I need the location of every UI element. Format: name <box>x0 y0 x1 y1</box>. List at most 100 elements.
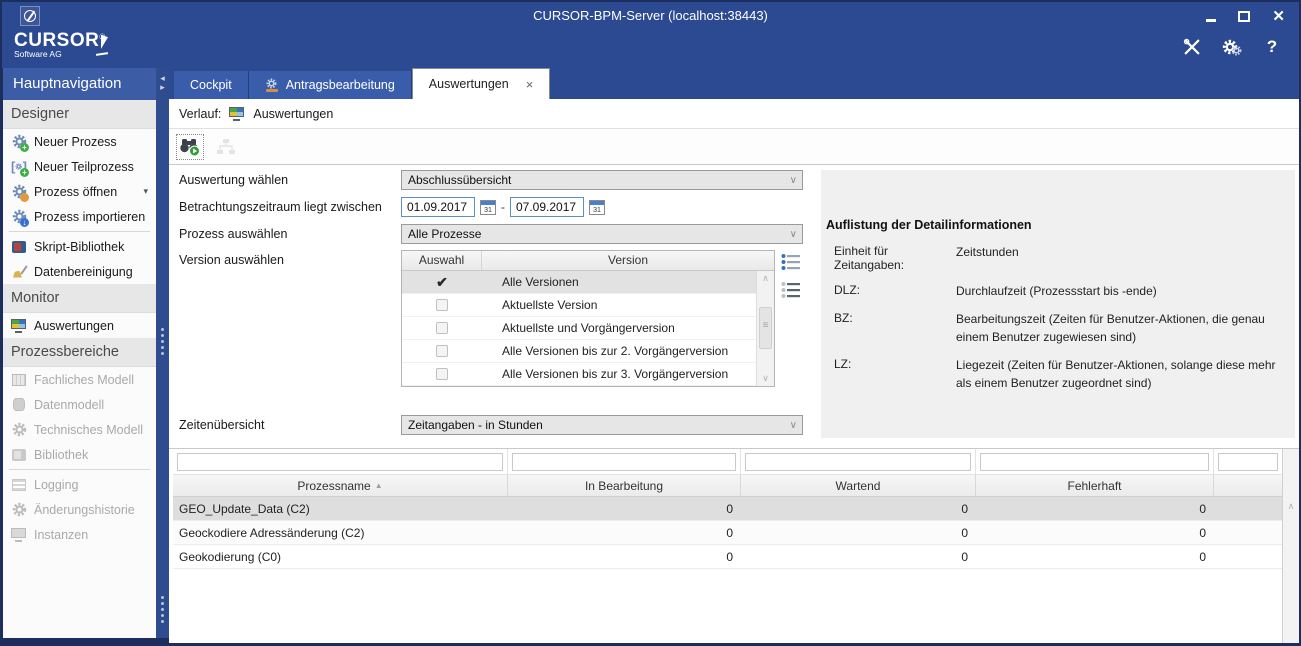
process-stamp-icon <box>265 79 279 92</box>
checkbox-unchecked[interactable] <box>436 299 448 311</box>
prozess-select[interactable]: Alle Prozesse ∨ <box>401 224 803 244</box>
scroll-down-icon[interactable]: ∨ <box>757 373 774 384</box>
titlebar: CURSOR-BPM-Server (localhost:38443) ✕ <box>2 2 1299 30</box>
scroll-up-icon[interactable]: ∧ <box>1283 501 1299 512</box>
cell-in-bearbeitung: 0 <box>508 526 741 540</box>
version-row[interactable]: Alle Versionen bis zur 2. Vorgängerversi… <box>402 340 774 363</box>
sidebar-item-auswertungen[interactable]: Auswertungen <box>3 313 156 338</box>
sidebar-item-prozess-importieren[interactable]: ↓ Prozess importieren <box>3 204 156 229</box>
date-from-input[interactable]: 01.09.2017 <box>401 197 475 217</box>
sidebar-item-neuer-prozess[interactable]: + Neuer Prozess <box>3 129 156 154</box>
filter-input-extra[interactable] <box>1218 453 1278 471</box>
dropdown-caret-icon[interactable]: ▾ <box>143 186 148 197</box>
results-scrollbar[interactable]: ∧ <box>1282 449 1299 643</box>
sidebar-item-skript-bibliothek[interactable]: Skript-Bibliothek <box>3 234 156 259</box>
column-header-prozessname[interactable]: Prozessname ▲ <box>173 475 508 496</box>
auswertung-select[interactable]: Abschlussübersicht ∨ <box>401 170 803 190</box>
sidebar-item-instanzen: Instanzen <box>3 522 156 547</box>
results-header-row: Prozessname ▲ In Bearbeitung Wartend Feh… <box>173 475 1282 497</box>
sidebar-item-logging: Logging <box>3 472 156 497</box>
column-label: Wartend <box>836 479 881 493</box>
scroll-up-icon[interactable]: ∧ <box>757 273 774 284</box>
sidebar-section-prozessbereiche[interactable]: Prozessbereiche <box>3 338 156 367</box>
zeitraum-label: Betrachtungszeitraum liegt zwischen <box>179 200 382 214</box>
detail-entry: BZ: Bearbeitungszeit (Zeiten für Benutze… <box>826 311 1285 346</box>
filter-input-prozessname[interactable] <box>177 453 503 471</box>
column-header-fehlerhaft[interactable]: Fehlerhaft <box>976 475 1214 496</box>
version-row[interactable]: Aktuellste Version <box>402 294 774 317</box>
sidebar-item-fachliches-modell: Fachliches Modell <box>3 367 156 392</box>
checkbox-checked-icon[interactable]: ✔ <box>436 276 448 288</box>
process-hierarchy-button <box>212 134 240 160</box>
filter-input-wartend[interactable] <box>745 453 971 471</box>
header-actions: ? <box>1181 36 1283 58</box>
filter-input-fehlerhaft[interactable] <box>980 453 1209 471</box>
tab-cockpit[interactable]: Cockpit <box>174 71 249 99</box>
sidebar-splitter[interactable]: ◂▸ <box>156 68 169 638</box>
calendar-icon[interactable]: 31 <box>480 200 496 215</box>
evaluation-form: Auswertung wählen Abschlussübersicht ∨ B… <box>169 165 1299 448</box>
checkbox-unchecked[interactable] <box>436 368 448 380</box>
column-header-auswahl[interactable]: Auswahl <box>402 251 482 270</box>
zeiten-select[interactable]: Zeitangaben - in Stunden ∨ <box>401 415 803 435</box>
table-row[interactable]: GEO_Update_Data (C2) 0 0 0 <box>173 497 1282 521</box>
sidebar-item-datenbereinigung[interactable]: Datenbereinigung <box>3 259 156 284</box>
detail-info-panel: Auflistung der Detailinformationen Einhe… <box>821 170 1295 438</box>
sidebar-item-label: Neuer Teilprozess <box>34 160 134 174</box>
brand-logo: CURSOR® Software AG <box>14 30 105 59</box>
column-header-extra[interactable] <box>1214 475 1282 496</box>
instances-monitor-icon <box>11 527 27 543</box>
results-table: Prozessname ▲ In Bearbeitung Wartend Feh… <box>169 448 1299 643</box>
scrollbar-thumb[interactable] <box>759 307 772 349</box>
maximize-button[interactable] <box>1238 8 1250 24</box>
table-row[interactable]: Geokodierung (C0) 0 0 0 <box>173 545 1282 569</box>
deselect-all-icon[interactable] <box>781 281 801 299</box>
tab-close-icon[interactable]: × <box>526 77 534 92</box>
sidebar-item-prozess-oeffnen[interactable]: Prozess öffnen ▾ <box>3 179 156 204</box>
close-button[interactable]: ✕ <box>1272 8 1285 24</box>
run-evaluation-button[interactable] <box>176 134 204 160</box>
sidebar-item-label: Technisches Modell <box>34 423 143 437</box>
sidebar-section-monitor[interactable]: Monitor <box>3 284 156 313</box>
version-row[interactable]: ✔ Alle Versionen <box>402 271 774 294</box>
column-label: In Bearbeitung <box>585 479 663 493</box>
calendar-icon[interactable]: 31 <box>589 200 605 215</box>
cell-fehlerhaft: 0 <box>976 526 1214 540</box>
tab-antragsbearbeitung[interactable]: Antragsbearbeitung <box>249 71 412 99</box>
splitter-collapse-icons[interactable]: ◂▸ <box>156 74 169 92</box>
help-icon[interactable]: ? <box>1261 36 1283 58</box>
settings-gears-icon[interactable] <box>1221 36 1243 58</box>
table-row[interactable]: Geockodiere Adressänderung (C2) 0 0 0 <box>173 521 1282 545</box>
select-all-icon[interactable] <box>781 253 801 271</box>
sidebar-item-label: Skript-Bibliothek <box>34 240 124 254</box>
version-row[interactable]: Aktuellste und Vorgängerversion <box>402 317 774 340</box>
date-to-input[interactable]: 07.09.2017 <box>510 197 584 217</box>
checkbox-unchecked[interactable] <box>436 322 448 334</box>
detail-term: LZ: <box>826 357 956 392</box>
technical-gear-icon <box>11 422 27 438</box>
logo-row: CURSOR® Software AG ? <box>2 30 1299 68</box>
cell-wartend: 0 <box>741 550 976 564</box>
column-header-in-bearbeitung[interactable]: In Bearbeitung <box>508 475 741 496</box>
version-row[interactable]: Alle Versionen bis zur 3. Vorgängerversi… <box>402 363 774 386</box>
sidebar-item-label: Datenmodell <box>34 398 104 412</box>
sidebar-item-label: Fachliches Modell <box>34 373 134 387</box>
filter-input-in-bearbeitung[interactable] <box>512 453 736 471</box>
sidebar-section-designer[interactable]: Designer <box>3 100 156 129</box>
minimize-button[interactable] <box>1205 8 1216 24</box>
version-row-label: Aktuellste Version <box>482 298 774 312</box>
version-scrollbar[interactable]: ∧ ∨ <box>756 271 774 386</box>
sidebar-item-label: Änderungshistorie <box>34 503 135 517</box>
cell-wartend: 0 <box>741 502 976 516</box>
history-current[interactable]: Auswertungen <box>253 107 333 121</box>
filter-row <box>173 449 1282 475</box>
tab-auswertungen[interactable]: Auswertungen × <box>412 68 551 99</box>
checkbox-unchecked[interactable] <box>436 345 448 357</box>
sidebar-item-neuer-teilprozess[interactable]: []+ Neuer Teilprozess <box>3 154 156 179</box>
chevron-down-icon: ∨ <box>790 229 797 240</box>
column-header-version[interactable]: Version <box>482 251 774 270</box>
column-header-wartend[interactable]: Wartend <box>741 475 976 496</box>
sidebar-item-label: Datenbereinigung <box>34 265 133 279</box>
splitter-grip <box>161 328 164 355</box>
tools-icon[interactable] <box>1181 36 1203 58</box>
